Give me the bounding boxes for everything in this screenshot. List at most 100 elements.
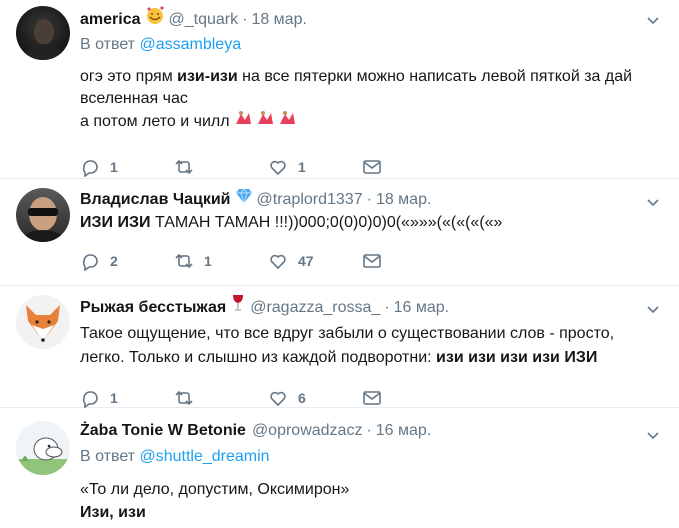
tweet-line: ИЗИ ИЗИ ТАМАН ТАМАН !!!))000;0(0)0)0)0(«…: [80, 212, 663, 234]
timestamp[interactable]: 16 мар.: [394, 298, 449, 318]
tweet-line: Такое ощущение, что все вдруг забыли о с…: [80, 322, 663, 346]
user-handle[interactable]: @_tquark: [169, 10, 239, 30]
tweet-text: огэ это прям изи-изи на все пятерки можн…: [80, 66, 663, 133]
reply-count: 1: [110, 159, 118, 175]
chevron-down-icon[interactable]: [645, 194, 661, 210]
text-span-bold: Изи, изи: [80, 504, 146, 521]
text-span: легко. Только и слышно из каждой подворо…: [80, 349, 437, 366]
reply-prefix: В ответ: [80, 448, 136, 465]
like-button[interactable]: 6: [268, 388, 362, 408]
user-handle[interactable]: @ragazza_rossa_: [250, 298, 380, 318]
retweet-button[interactable]: [174, 157, 268, 177]
text-span: а потом лето и чилл: [80, 113, 235, 130]
tweet-actions: 2 1 47: [80, 251, 663, 271]
tweet[interactable]: Владислав Чацкий @traplord1337 · 18 мар.…: [0, 179, 679, 286]
text-span-bold: ИЗИ ИЗИ: [80, 214, 151, 231]
envelope-icon: [363, 391, 381, 405]
user-handle[interactable]: @traplord1337: [257, 190, 363, 210]
wine-glass-icon: [232, 294, 244, 318]
text-span: ТАМАН ТАМАН !!!))000;0(0)0)0)0(«»»»(«(«(…: [150, 214, 503, 231]
tweet-header: america @_tquark · 18 мар.: [80, 6, 663, 30]
retweet-button[interactable]: 1: [174, 251, 268, 271]
tweet-line: Изи, изи: [80, 501, 663, 524]
avatar[interactable]: [16, 295, 70, 349]
text-span: «То ли дело, допустим, Оксимирон»: [80, 481, 350, 498]
tweet-header: Владислав Чацкий @traplord1337 · 18 мар.: [80, 188, 663, 210]
gem-icon: [235, 188, 253, 210]
tweet-line: легко. Только и слышно из каждой подворо…: [80, 346, 663, 370]
like-button[interactable]: 47: [268, 251, 362, 271]
tweet-text: Такое ощущение, что все вдруг забыли о с…: [80, 322, 663, 370]
envelope-icon: [363, 160, 381, 174]
reply-count: 2: [110, 253, 118, 269]
retweet-button[interactable]: [174, 388, 268, 408]
tweet-text: «То ли дело, допустим, Оксимирон» Изи, и…: [80, 478, 663, 524]
tweet[interactable]: america @_tquark · 18 мар. В ответ @assa…: [0, 0, 679, 179]
display-name[interactable]: america: [80, 10, 141, 30]
dancer-emoji-icon: [234, 111, 300, 130]
avatar[interactable]: [16, 188, 70, 242]
dm-button[interactable]: [362, 157, 456, 177]
retweet-count: 1: [204, 253, 212, 269]
chevron-down-icon[interactable]: [645, 427, 661, 443]
separator-dot: ·: [384, 299, 390, 316]
like-count: 47: [298, 253, 314, 269]
tweet-text: ИЗИ ИЗИ ТАМАН ТАМАН !!!))000;0(0)0)0)0(«…: [80, 212, 663, 234]
reply-to-handle[interactable]: @assambleya: [139, 36, 241, 53]
tweet-line: вселенная час: [80, 88, 663, 110]
like-count: 1: [298, 159, 306, 175]
tweet-header: Żaba Tonie W Betonie @oprowadzacz · 16 м…: [80, 421, 663, 441]
dm-button[interactable]: [362, 251, 456, 271]
reply-count: 1: [110, 390, 118, 406]
reply-button[interactable]: 1: [80, 388, 174, 408]
reply-icon: [82, 160, 98, 177]
separator-dot: ·: [366, 422, 372, 439]
tweet-line: «То ли дело, допустим, Оксимирон»: [80, 478, 663, 501]
text-span: вселенная час: [80, 90, 188, 107]
display-name[interactable]: Рыжая бесстыжая: [80, 298, 226, 318]
text-span: Такое ощущение, что все вдруг забыли о с…: [80, 325, 615, 342]
reply-icon: [82, 391, 98, 408]
heart-icon: [270, 391, 286, 407]
display-name[interactable]: Владислав Чацкий: [80, 190, 231, 210]
reply-button[interactable]: 2: [80, 251, 174, 271]
timestamp[interactable]: 18 мар.: [376, 190, 431, 210]
avatar[interactable]: [16, 421, 70, 475]
timestamp[interactable]: 18 мар.: [251, 10, 306, 30]
reply-context: В ответ @shuttle_dreamin: [80, 447, 663, 467]
tweet-header: Рыжая бесстыжая @ragazza_rossa_ · 16 мар…: [80, 294, 663, 318]
like-button[interactable]: 1: [268, 157, 362, 177]
retweet-icon: [175, 253, 193, 269]
smiling-face-with-hearts-icon: [145, 6, 165, 30]
reply-icon: [82, 254, 98, 271]
reply-context: В ответ @assambleya: [80, 35, 663, 55]
tweet-actions: 1 1: [80, 157, 663, 177]
moomin-avatar-icon: [16, 437, 70, 475]
envelope-icon: [363, 254, 381, 268]
heart-icon: [270, 254, 286, 270]
chevron-down-icon[interactable]: [645, 12, 661, 28]
text-span: на все пятерки можно написать левой пятк…: [237, 68, 633, 85]
separator-dot: ·: [366, 191, 372, 208]
text-span-bold: изи изи изи изи ИЗИ: [436, 349, 598, 366]
user-handle[interactable]: @oprowadzacz: [252, 421, 363, 441]
avatar[interactable]: [16, 6, 70, 60]
tweet-line: огэ это прям изи-изи на все пятерки можн…: [80, 66, 663, 88]
text-span: огэ это прям: [80, 68, 178, 85]
timestamp[interactable]: 16 мар.: [376, 421, 431, 441]
reply-button[interactable]: 1: [80, 157, 174, 177]
avatar-photo: [24, 19, 64, 60]
retweet-icon: [175, 159, 193, 175]
like-count: 6: [298, 390, 306, 406]
avatar-photo: [21, 197, 65, 242]
tweet[interactable]: Рыжая бесстыжая @ragazza_rossa_ · 16 мар…: [0, 286, 679, 408]
tweet[interactable]: Żaba Tonie W Betonie @oprowadzacz · 16 м…: [0, 408, 679, 528]
tweet-actions: 1 6: [80, 388, 663, 408]
text-span-bold: изи-изи: [177, 68, 238, 85]
separator-dot: ·: [242, 11, 248, 28]
heart-icon: [270, 160, 286, 176]
chevron-down-icon[interactable]: [645, 301, 661, 317]
display-name[interactable]: Żaba Tonie W Betonie: [80, 421, 246, 441]
dm-button[interactable]: [362, 388, 456, 408]
reply-to-handle[interactable]: @shuttle_dreamin: [139, 448, 269, 465]
